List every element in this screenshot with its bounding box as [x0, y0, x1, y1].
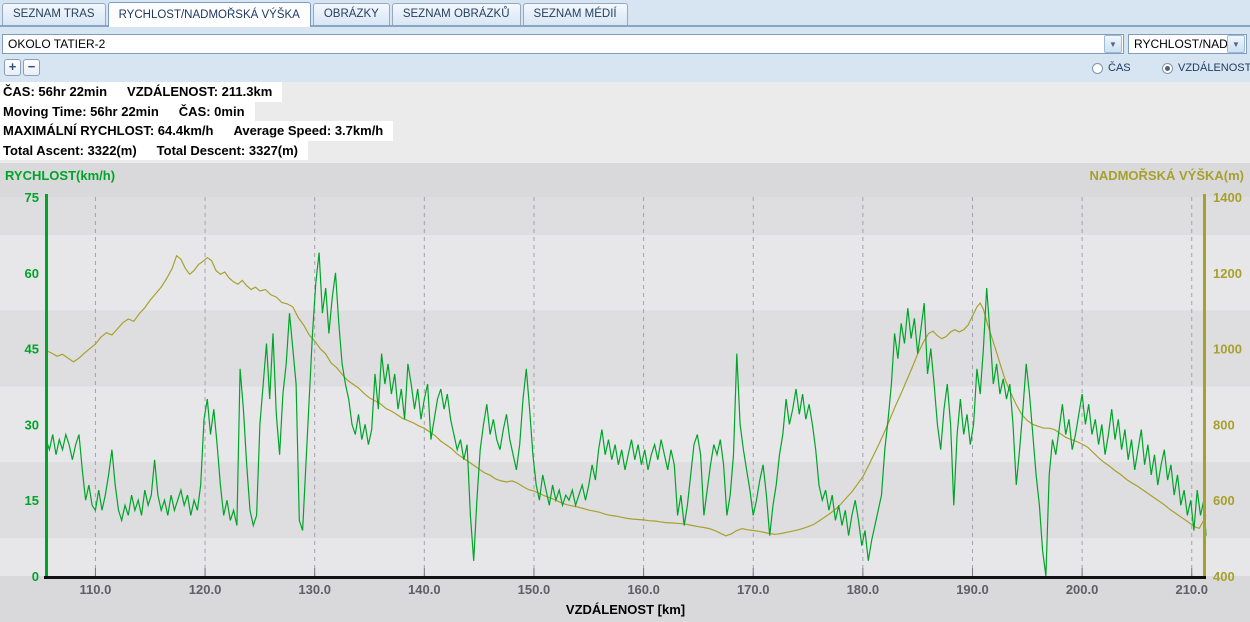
- stat-avg-speed: Average Speed: 3.7km/h: [233, 123, 383, 138]
- chevron-down-icon[interactable]: ▼: [1104, 35, 1122, 53]
- view-select[interactable]: RYCHLOST/NADMOŘ ▼: [1128, 34, 1247, 54]
- tab-seznam-medii[interactable]: SEZNAM MÉDIÍ: [523, 3, 628, 25]
- right-tick-label: 600: [1213, 493, 1235, 508]
- zoom-in-button[interactable]: +: [4, 59, 21, 76]
- tab-seznam-tras[interactable]: SEZNAM TRAS: [2, 3, 106, 25]
- tab-seznam-obrazku[interactable]: SEZNAM OBRÁZKŮ: [392, 3, 521, 25]
- x-tick-label: 120.0: [189, 582, 222, 597]
- stat-line-speed: MAXIMÁLNÍ RYCHLOST: 64.4km/h Average Spee…: [0, 121, 393, 141]
- x-tick-label: 140.0: [408, 582, 441, 597]
- stat-vzdalenost: VZDÁLENOST: 211.3km: [127, 84, 272, 99]
- plot-band: [0, 538, 1250, 576]
- left-tick-label: 15: [25, 493, 39, 508]
- x-axis-title: VZDÁLENOST [km]: [566, 602, 685, 617]
- stat-line-ascent: Total Ascent: 3322(m) Total Descent: 3327…: [0, 141, 308, 161]
- radio-circle-icon: [1092, 63, 1103, 74]
- plot-band: [0, 462, 1250, 538]
- x-tick-label: 110.0: [80, 582, 112, 597]
- radio-vzdalenost-label: VZDÁLENOST: [1178, 62, 1250, 74]
- right-tick-label: 1200: [1213, 266, 1242, 281]
- zoom-row: + − ČAS VZDÁLENOST: [0, 58, 1250, 82]
- stat-moving-time: Moving Time: 56hr 22min: [3, 104, 159, 119]
- x-tick-label: 190.0: [956, 582, 989, 597]
- chart-canvas: 110.0 120.0 130.0 140.0 150.0 160.0 170.0 180.0…: [0, 163, 1250, 622]
- x-tick-label: 160.0: [627, 582, 660, 597]
- stat-line-time-distance: ČAS: 56hr 22min VZDÁLENOST: 211.3km: [0, 82, 282, 102]
- plot-band: [0, 197, 1250, 235]
- tab-obrazky[interactable]: OBRÁZKY: [313, 3, 390, 25]
- stat-line-moving-time: Moving Time: 56hr 22min ČAS: 0min: [0, 102, 255, 122]
- plot-band: [0, 311, 1250, 387]
- x-tick-label: 210.0: [1175, 582, 1208, 597]
- radio-circle-icon: [1162, 63, 1173, 74]
- stat-total-descent: Total Descent: 3327(m): [157, 143, 298, 158]
- x-tick-label: 170.0: [737, 582, 770, 597]
- x-tick-label: 150.0: [518, 582, 551, 597]
- radio-cas-label: ČAS: [1108, 62, 1131, 74]
- chart-pane: RYCHLOST(km/h) NADMOŘSKÁ VÝŠKA(m) 110.01…: [0, 163, 1250, 622]
- left-tick-label: 75: [25, 190, 39, 205]
- stat-cas-stop: ČAS: 0min: [179, 104, 245, 119]
- selector-row: OKOLO TATIER-2 ▼ RYCHLOST/NADMOŘ ▼: [0, 27, 1250, 58]
- left-tick-label: 60: [25, 266, 39, 281]
- right-tick-label: 1000: [1213, 342, 1242, 357]
- right-tick-label: 800: [1213, 417, 1235, 432]
- stat-total-ascent: Total Ascent: 3322(m): [3, 143, 137, 158]
- view-select-value: RYCHLOST/NADMOŘ: [1129, 37, 1227, 51]
- track-select-value: OKOLO TATIER-2: [3, 37, 1104, 51]
- right-tick-label: 400: [1213, 569, 1235, 584]
- chevron-down-icon[interactable]: ▼: [1227, 35, 1245, 53]
- stats-panel: ČAS: 56hr 22min VZDÁLENOST: 211.3km Movin…: [0, 82, 1250, 163]
- x-tick-label: 130.0: [298, 582, 331, 597]
- tab-rychlost-nadmorska-vyska[interactable]: RYCHLOST/NADMOŘSKÁ VÝŠKA: [108, 2, 311, 27]
- x-tick-label: 180.0: [847, 582, 880, 597]
- radio-cas[interactable]: ČAS: [1092, 62, 1131, 74]
- stat-max-speed: MAXIMÁLNÍ RYCHLOST: 64.4km/h: [3, 123, 213, 138]
- left-tick-label: 30: [25, 417, 39, 432]
- x-tick-label: 200.0: [1066, 582, 1099, 597]
- left-tick-label: 45: [25, 342, 39, 357]
- plot-band: [0, 387, 1250, 463]
- track-select[interactable]: OKOLO TATIER-2 ▼: [2, 34, 1124, 54]
- left-tick-label: 0: [32, 569, 39, 584]
- zoom-out-button[interactable]: −: [23, 59, 40, 76]
- plot-band: [0, 235, 1250, 311]
- stat-cas: ČAS: 56hr 22min: [3, 84, 107, 99]
- right-tick-label: 1400: [1213, 190, 1242, 205]
- tab-bar: SEZNAM TRAS RYCHLOST/NADMOŘSKÁ VÝŠKA OBR…: [0, 0, 1250, 27]
- radio-vzdalenost[interactable]: VZDÁLENOST: [1162, 62, 1250, 74]
